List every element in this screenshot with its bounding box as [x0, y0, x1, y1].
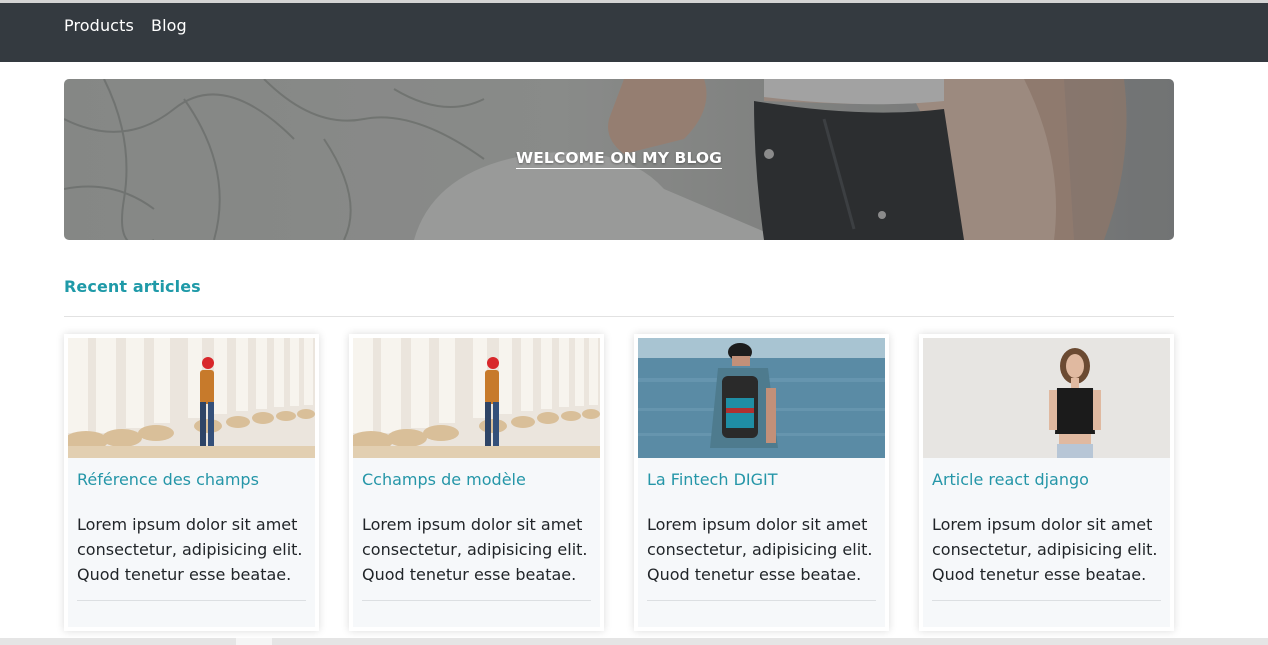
article-excerpt: Lorem ipsum dolor sit amet consectetur, … — [932, 515, 1158, 584]
nav-link-products[interactable]: Products — [64, 16, 134, 35]
woman-portrait-photo-icon[interactable] — [923, 338, 1170, 458]
navbar: Products Blog — [0, 3, 1268, 62]
article-excerpt: Lorem ipsum dolor sit amet consectetur, … — [362, 515, 588, 584]
hero-title[interactable]: WELCOME ON MY BLOG — [64, 149, 1174, 169]
card-divider — [932, 600, 1161, 601]
article-excerpt: Lorem ipsum dolor sit amet consectetur, … — [647, 515, 873, 584]
article-title-link[interactable]: Article react django — [932, 470, 1089, 489]
section-divider — [64, 316, 1174, 317]
article-card: La Fintech DIGIT Lorem ipsum dolor sit a… — [634, 334, 889, 631]
article-title-link[interactable]: La Fintech DIGIT — [647, 470, 778, 489]
hero-title-link[interactable]: WELCOME ON MY BLOG — [516, 149, 722, 169]
section-title: Recent articles — [64, 277, 201, 296]
article-card: Cchamps de modèle Lorem ipsum dolor sit … — [349, 334, 604, 631]
scrollbar-thumb[interactable] — [236, 638, 272, 645]
horizontal-scrollbar[interactable] — [0, 638, 1268, 645]
card-divider — [647, 600, 876, 601]
article-card: Article react django Lorem ipsum dolor s… — [919, 334, 1174, 631]
man-columns-photo-icon[interactable] — [353, 338, 600, 458]
article-title-link[interactable]: Référence des champs — [77, 470, 259, 489]
article-title-link[interactable]: Cchamps de modèle — [362, 470, 526, 489]
man-columns-photo-icon[interactable] — [68, 338, 315, 458]
card-divider — [362, 600, 591, 601]
card-divider — [77, 600, 306, 601]
article-excerpt: Lorem ipsum dolor sit amet consectetur, … — [77, 515, 303, 584]
hero-banner: WELCOME ON MY BLOG — [64, 79, 1174, 240]
backpacker-sea-photo-icon[interactable] — [638, 338, 885, 458]
nav-link-blog[interactable]: Blog — [151, 16, 187, 35]
article-card: Référence des champs Lorem ipsum dolor s… — [64, 334, 319, 631]
